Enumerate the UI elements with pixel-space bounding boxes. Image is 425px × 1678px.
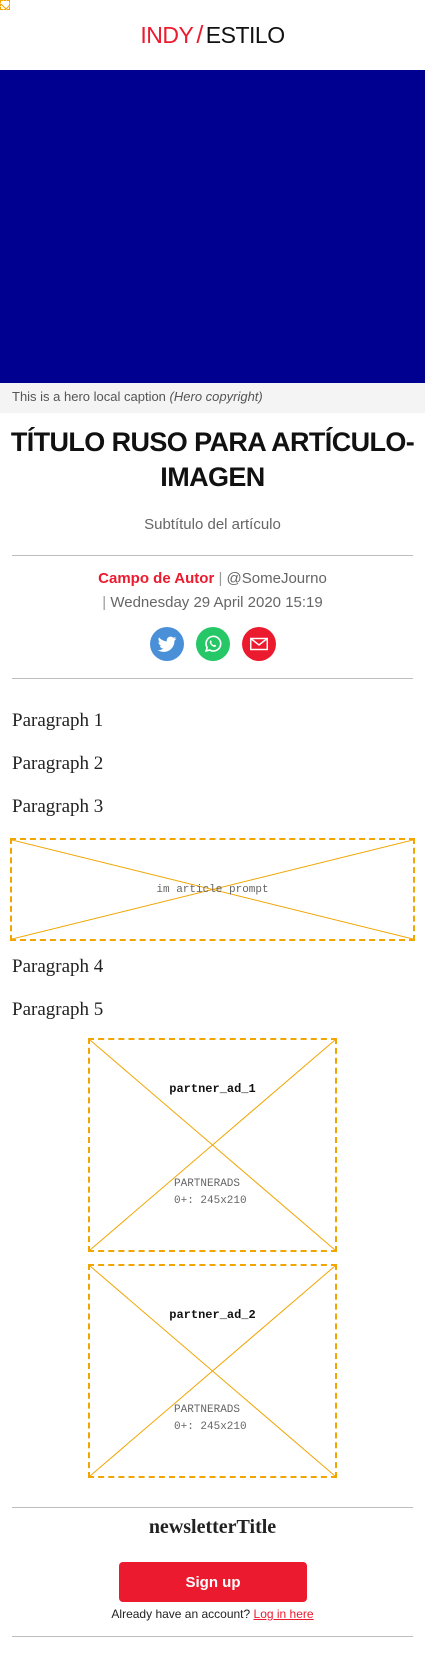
partner-ad-placeholder: partner_ad_1 PARTNERADS 0+: 245x210 bbox=[88, 1038, 337, 1252]
site-logo[interactable]: INDY / ESTILO bbox=[140, 20, 285, 50]
byline: Campo de Autor | @SomeJourno | Wednesday… bbox=[0, 567, 425, 615]
twitter-share-button[interactable] bbox=[149, 627, 184, 661]
logo-estilo: ESTILO bbox=[205, 21, 285, 48]
logo-slash: / bbox=[196, 20, 203, 49]
article-paragraph: Paragraph 3 bbox=[12, 796, 104, 817]
hero-image bbox=[0, 70, 425, 383]
share-bar bbox=[0, 627, 425, 661]
login-link[interactable]: Log in here bbox=[254, 1607, 314, 1621]
account-text: Already have an account? bbox=[111, 1607, 251, 1621]
article-paragraph: Paragraph 1 bbox=[12, 710, 104, 731]
author-link[interactable]: Campo de Autor bbox=[98, 570, 214, 587]
ad-type: PARTNERADS bbox=[174, 1178, 241, 1190]
ad-size: 0+: 245x210 bbox=[174, 1421, 247, 1433]
twitter-icon bbox=[157, 636, 176, 652]
placeholder-label: im article prompt bbox=[156, 884, 269, 896]
ad-type: PARTNERADS bbox=[174, 1404, 241, 1416]
divider bbox=[12, 678, 413, 679]
whatsapp-share-button[interactable] bbox=[195, 627, 230, 661]
divider bbox=[12, 1636, 413, 1637]
publish-date: Wednesday 29 April 2020 15:19 bbox=[110, 594, 323, 611]
account-prompt: Already have an account? Log in here bbox=[0, 1607, 425, 1621]
article-paragraph: Paragraph 5 bbox=[12, 999, 104, 1020]
article-subtitle: Subtítulo del artículo bbox=[144, 516, 281, 533]
divider bbox=[12, 555, 413, 556]
hero-caption: This is a hero local caption (Hero copyr… bbox=[0, 383, 425, 413]
article-prompt-placeholder: im article prompt bbox=[10, 838, 415, 941]
author-handle[interactable]: @SomeJourno bbox=[227, 570, 327, 587]
divider bbox=[12, 1507, 413, 1508]
ad-size: 0+: 245x210 bbox=[174, 1195, 247, 1207]
byline-separator: | bbox=[102, 594, 107, 611]
placeholder-cross bbox=[90, 1266, 335, 1476]
email-share-button[interactable] bbox=[241, 627, 276, 661]
logo-indy: INDY bbox=[140, 21, 194, 48]
newsletter-title: newsletterTitle bbox=[148, 1516, 277, 1538]
article-paragraph: Paragraph 2 bbox=[12, 753, 104, 774]
hero-copyright: (Hero copyright) bbox=[169, 389, 263, 404]
placeholder-cross bbox=[90, 1040, 335, 1250]
broken-image-placeholder bbox=[0, 0, 10, 10]
email-icon bbox=[249, 637, 268, 651]
masthead: INDY / ESTILO bbox=[0, 0, 425, 70]
ad-slot-name: partner_ad_2 bbox=[169, 1308, 256, 1322]
hero-caption-text: This is a hero local caption bbox=[12, 389, 166, 404]
article-title: TÍTULO RUSO PARA ARTÍCULO-IMAGEN bbox=[10, 427, 415, 492]
article-paragraph: Paragraph 4 bbox=[12, 956, 104, 977]
whatsapp-icon bbox=[204, 635, 222, 653]
byline-separator: | bbox=[218, 570, 223, 587]
partner-ad-placeholder: partner_ad_2 PARTNERADS 0+: 245x210 bbox=[88, 1264, 337, 1478]
ad-slot-name: partner_ad_1 bbox=[169, 1082, 256, 1096]
signup-button[interactable]: Sign up bbox=[119, 1562, 307, 1602]
